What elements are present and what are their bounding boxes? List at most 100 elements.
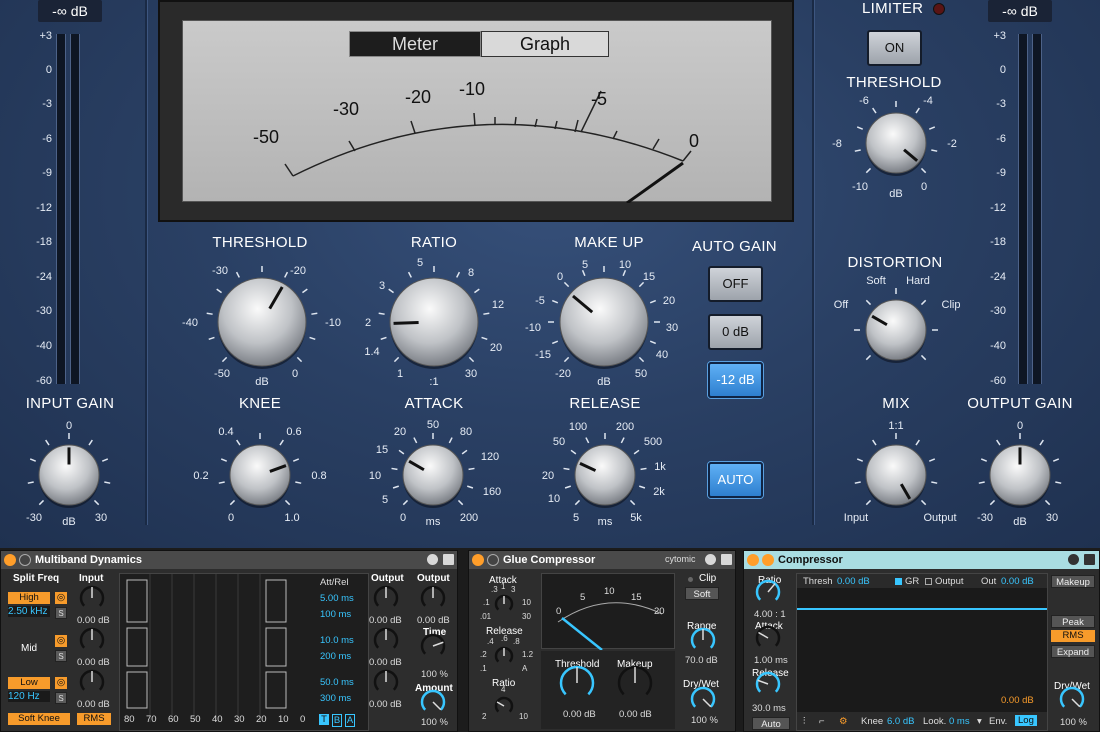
mix-knob[interactable] xyxy=(856,435,936,515)
mid-s-button[interactable]: S xyxy=(55,650,67,662)
output-checkbox[interactable] xyxy=(925,578,932,585)
glue-release-knob[interactable] xyxy=(494,646,514,666)
band-output-knob[interactable] xyxy=(373,669,399,695)
device-power-icon[interactable] xyxy=(4,554,16,566)
glue-drywet-knob[interactable] xyxy=(690,686,716,712)
comp-display[interactable]: Thresh 0.00 dB GR Output Out 0.00 dB 0.0… xyxy=(796,573,1048,731)
save-icon[interactable] xyxy=(1084,554,1095,565)
left-divider xyxy=(145,0,147,525)
low-freq-value[interactable]: 120 Hz xyxy=(8,691,50,702)
high-freq-value[interactable]: 2.50 kHz xyxy=(8,606,50,617)
a-button[interactable]: A xyxy=(345,714,355,727)
glue-ratio-knob[interactable] xyxy=(494,696,514,716)
comp-knee-value[interactable]: 6.0 dB xyxy=(887,716,914,727)
release-knob[interactable] xyxy=(565,435,645,515)
output-knob[interactable] xyxy=(420,585,446,611)
limiter-threshold-knob[interactable] xyxy=(856,103,936,183)
amount-knob[interactable] xyxy=(420,689,446,715)
comp-out-value[interactable]: 0.00 dB xyxy=(1001,576,1034,587)
att-value[interactable]: 10.0 ms xyxy=(320,635,354,646)
glue-threshold-value: 0.00 dB xyxy=(563,709,596,720)
attack-knob[interactable] xyxy=(393,435,473,515)
auto-gain-off-button[interactable]: OFF xyxy=(708,266,763,302)
device-power-icon[interactable] xyxy=(747,554,759,566)
low-solo-icon[interactable]: ◎ xyxy=(55,677,67,689)
glue-attack-knob[interactable] xyxy=(494,594,514,614)
hotswap-icon[interactable] xyxy=(705,554,716,565)
glue-makeup-knob[interactable] xyxy=(617,665,653,701)
fold-icon[interactable] xyxy=(762,554,774,566)
save-icon[interactable] xyxy=(443,554,454,565)
knob-tick-label: -10 xyxy=(325,317,341,329)
glue-title: Glue Compressor xyxy=(503,554,596,566)
limiter-on-button[interactable]: ON xyxy=(867,30,922,66)
chevron-down-icon[interactable]: ▾ xyxy=(977,716,982,727)
b-button[interactable]: B xyxy=(332,714,342,727)
input-level-readout: -∞ dB xyxy=(38,0,102,22)
meter-scale-label: -40 xyxy=(990,340,1006,352)
high-solo-icon[interactable]: ◎ xyxy=(55,592,67,604)
comp-look-value[interactable]: 0 ms xyxy=(949,716,970,727)
hotswap-icon[interactable] xyxy=(1068,554,1079,565)
att-value[interactable]: 5.00 ms xyxy=(320,593,354,604)
soft-knee-button[interactable]: Soft Knee xyxy=(8,713,70,725)
rel-value[interactable]: 100 ms xyxy=(320,609,351,620)
time-knob[interactable] xyxy=(420,633,446,659)
fold-icon[interactable] xyxy=(19,554,31,566)
meter-scale-label: -60 xyxy=(990,375,1006,387)
comp-auto-button[interactable]: Auto xyxy=(752,717,790,730)
band-output-knob[interactable] xyxy=(373,585,399,611)
auto-release-button[interactable]: AUTO xyxy=(708,462,763,498)
glue-threshold-knob[interactable] xyxy=(559,665,595,701)
peak-mode-icon[interactable]: ⫶ xyxy=(803,716,805,727)
input-gain-knob[interactable] xyxy=(29,435,109,515)
comp-peak-button[interactable]: Peak xyxy=(1051,615,1095,628)
comp-threshold-line[interactable] xyxy=(797,608,1047,610)
makeup-knob[interactable] xyxy=(550,268,658,376)
auto-gain-0db-button[interactable]: 0 dB xyxy=(708,314,763,350)
knob-tick-label: 1k xyxy=(654,461,666,473)
hotswap-icon[interactable] xyxy=(427,554,438,565)
high-band-button[interactable]: High xyxy=(8,592,50,604)
glue-range-knob[interactable] xyxy=(690,627,716,653)
threshold-knob[interactable] xyxy=(208,268,316,376)
band-input-knob[interactable] xyxy=(79,627,105,653)
comp-rms-button[interactable]: RMS xyxy=(1051,630,1095,642)
comp-attack-knob[interactable] xyxy=(755,625,781,651)
sidechain-icon[interactable]: ⚙ xyxy=(839,716,848,727)
multiband-display[interactable]: Att/Rel 5.00 ms 100 ms 10.0 ms 200 ms 50… xyxy=(119,573,369,731)
auto-gain-minus12db-button[interactable]: -12 dB xyxy=(708,362,763,398)
knee-knob[interactable] xyxy=(220,435,300,515)
band-output-knob[interactable] xyxy=(373,627,399,653)
glue-soft-button[interactable]: Soft xyxy=(685,587,719,600)
att-value[interactable]: 50.0 ms xyxy=(320,677,354,688)
comp-ratio-knob[interactable] xyxy=(755,579,781,605)
rms-button[interactable]: RMS xyxy=(77,713,111,725)
band-input-knob[interactable] xyxy=(79,585,105,611)
low-band-button[interactable]: Low xyxy=(8,677,50,689)
distortion-knob[interactable] xyxy=(856,290,936,370)
compressor-header: Compressor xyxy=(744,551,1099,569)
output-gain-knob[interactable] xyxy=(980,435,1060,515)
comp-release-knob[interactable] xyxy=(755,671,781,697)
curve-mode-icon[interactable]: ⌐ xyxy=(819,716,825,727)
gr-checkbox[interactable] xyxy=(895,578,902,585)
comp-env-value[interactable]: Log xyxy=(1015,715,1037,726)
fold-icon[interactable] xyxy=(487,554,499,566)
band-input-knob[interactable] xyxy=(79,669,105,695)
t-button[interactable]: T xyxy=(319,714,329,725)
ratio-knob[interactable] xyxy=(380,268,488,376)
knob-tick-label: 2 xyxy=(364,317,372,329)
save-icon[interactable] xyxy=(721,554,732,565)
comp-drywet-knob[interactable] xyxy=(1059,686,1085,712)
comp-thresh-value[interactable]: 0.00 dB xyxy=(837,576,870,587)
mid-solo-icon[interactable]: ◎ xyxy=(55,635,67,647)
rel-value[interactable]: 300 ms xyxy=(320,693,351,704)
comp-makeup-button[interactable]: Makeup xyxy=(1051,575,1095,588)
comp-expand-button[interactable]: Expand xyxy=(1051,645,1095,658)
high-s-button[interactable]: S xyxy=(55,607,67,619)
rel-value[interactable]: 200 ms xyxy=(320,651,351,662)
low-s-button[interactable]: S xyxy=(55,692,67,704)
device-power-icon[interactable] xyxy=(472,554,484,566)
glue-attack-tick: .1 xyxy=(483,598,490,607)
